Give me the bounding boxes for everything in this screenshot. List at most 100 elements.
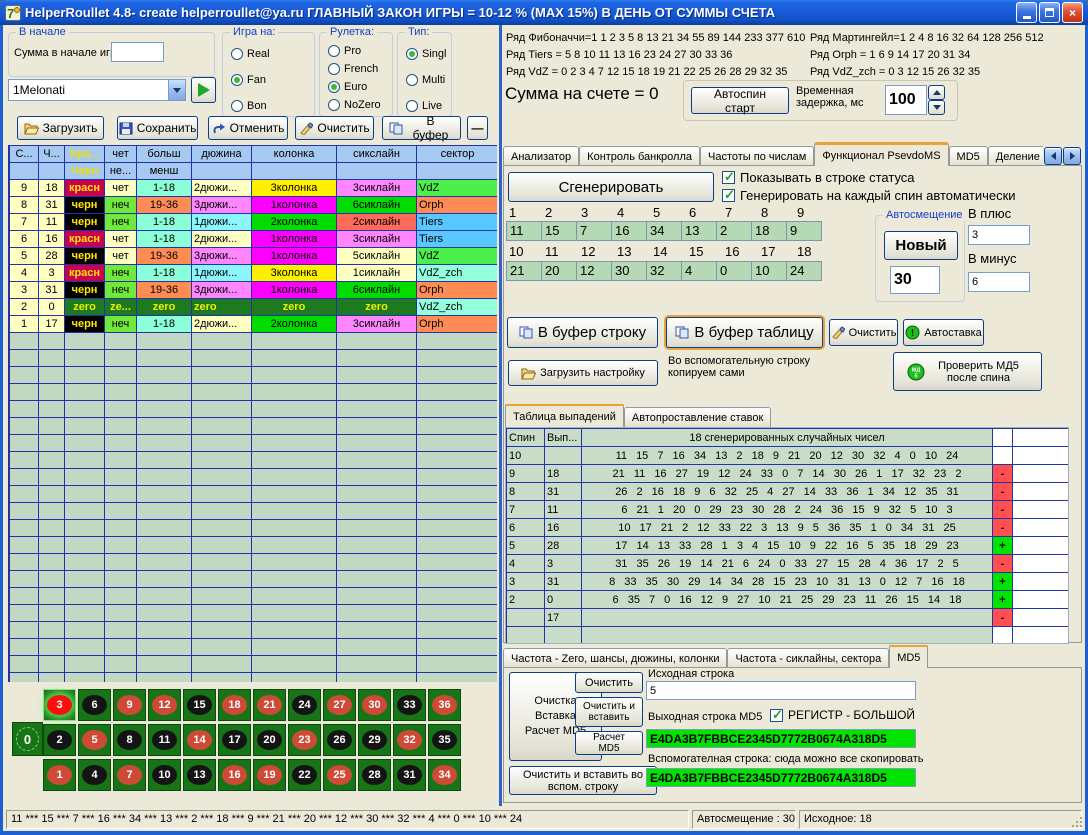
roulette-number-15[interactable]: 15: [183, 689, 216, 721]
toolbar-button-load[interactable]: Загрузить: [17, 116, 104, 140]
tab-md5[interactable]: MD5: [949, 146, 988, 166]
roulette-number-27[interactable]: 27: [323, 689, 356, 721]
radio-option-Real[interactable]: Real: [231, 47, 270, 61]
plus-input[interactable]: [968, 225, 1030, 245]
tab-частоты-по-числам[interactable]: Частоты по числам: [700, 146, 814, 166]
roulette-number-3[interactable]: 3: [43, 689, 76, 721]
roulette-number-29[interactable]: 29: [358, 724, 391, 756]
spinner-down-button[interactable]: [928, 100, 945, 115]
close-button[interactable]: ×: [1062, 2, 1083, 23]
tab-деление-ко[interactable]: Деление ко: [988, 146, 1043, 166]
radio-option-Live[interactable]: Live: [406, 99, 442, 113]
minimize-button[interactable]: [1016, 2, 1037, 23]
checkbox-show-status[interactable]: Показывать в строке статуса: [722, 170, 915, 185]
roulette-number-8[interactable]: 8: [113, 724, 146, 756]
load-settings-button[interactable]: Загрузить настройку: [508, 360, 658, 386]
spinner-up-button[interactable]: [928, 85, 945, 100]
radio-option-Bon[interactable]: Bon: [231, 99, 267, 113]
roulette-number-28[interactable]: 28: [358, 759, 391, 791]
roulette-number-13[interactable]: 13: [183, 759, 216, 791]
roulette-number-16[interactable]: 16: [218, 759, 251, 791]
radio-option-Multi[interactable]: Multi: [406, 73, 445, 87]
roulette-number-31[interactable]: 31: [393, 759, 426, 791]
check-md5-button[interactable]: МД5 Проверить МД5 после спина: [893, 352, 1042, 391]
md5-calc-button[interactable]: Расчет MD5: [575, 731, 643, 755]
play-button[interactable]: [191, 77, 216, 103]
radio-option-French[interactable]: French: [328, 62, 378, 76]
checkbox-uppercase[interactable]: РЕГИСТР - БОЛЬШОЙ: [770, 708, 915, 722]
roulette-number-10[interactable]: 10: [148, 759, 181, 791]
tab-контроль-банкролла[interactable]: Контроль банкролла: [579, 146, 700, 166]
toolbar-button-undo[interactable]: Отменить: [208, 116, 288, 140]
roulette-number-24[interactable]: 24: [288, 689, 321, 721]
chevron-down-icon[interactable]: [168, 80, 185, 100]
toolbar-button-save[interactable]: Сохранить: [117, 116, 198, 140]
history-cell: [10, 673, 39, 683]
roulette-number-35[interactable]: 35: [428, 724, 461, 756]
radio-option-Singl[interactable]: Singl: [406, 47, 446, 61]
freqtab-частота-zero-шансы-дюжины-колонки[interactable]: Частота - Zero, шансы, дюжины, колонки: [503, 648, 727, 668]
md5-helper-field[interactable]: E4DA3B7FBBCE2345D7772B0674A318D5: [646, 768, 916, 787]
copy-row-button[interactable]: В буфер строку: [507, 317, 658, 348]
source-string-input[interactable]: [646, 681, 916, 700]
roulette-number-33[interactable]: 33: [393, 689, 426, 721]
roulette-number-19[interactable]: 19: [253, 759, 286, 791]
subtab-автопроставление-ставок[interactable]: Автопроставление ставок: [624, 407, 771, 427]
roulette-number-36[interactable]: 36: [428, 689, 461, 721]
roulette-number-7[interactable]: 7: [113, 759, 146, 791]
preset-combobox[interactable]: 1Melonati: [8, 79, 186, 101]
roulette-number-23[interactable]: 23: [288, 724, 321, 756]
roulette-number-17[interactable]: 17: [218, 724, 251, 756]
roulette-number-18[interactable]: 18: [218, 689, 251, 721]
toolbar-button-copy[interactable]: В буфер: [382, 116, 461, 140]
roulette-number-2[interactable]: 2: [43, 724, 76, 756]
roulette-number-34[interactable]: 34: [428, 759, 461, 791]
start-sum-input[interactable]: [111, 42, 164, 62]
autobet-button[interactable]: ! Автоставка: [903, 319, 984, 346]
new-shift-button[interactable]: Новый: [884, 231, 958, 260]
autoshift-value[interactable]: 30: [890, 266, 940, 294]
roulette-number-14[interactable]: 14: [183, 724, 216, 756]
roulette-number-25[interactable]: 25: [323, 759, 356, 791]
roulette-number-32[interactable]: 32: [393, 724, 426, 756]
clear-generated-button[interactable]: Очистить: [829, 319, 898, 346]
roulette-zero-cell[interactable]: 0: [12, 722, 43, 756]
radio-option-Fan[interactable]: Fan: [231, 73, 266, 87]
minus-input[interactable]: [968, 272, 1030, 292]
roulette-number-12[interactable]: 12: [148, 689, 181, 721]
checkbox-auto-generate[interactable]: Генерировать на каждый спин автоматическ…: [722, 188, 1016, 203]
roulette-number-22[interactable]: 22: [288, 759, 321, 791]
roulette-number-5[interactable]: 5: [78, 724, 111, 756]
roulette-number-9[interactable]: 9: [113, 689, 146, 721]
toolbar-button-collapse[interactable]: —: [467, 116, 488, 140]
subtab-таблица-выпадений[interactable]: Таблица выпадений: [505, 404, 624, 427]
generate-button[interactable]: Сгенерировать: [508, 172, 714, 202]
radio-option-Pro[interactable]: Pro: [328, 44, 361, 58]
md5-clear-paste-helper-button[interactable]: Очистить и вставить во вспом. строку: [509, 766, 657, 795]
delay-value[interactable]: 100: [885, 85, 927, 115]
copy-table-button[interactable]: В буфер таблицу: [666, 317, 823, 348]
tab-функционал-psevdoms[interactable]: Функционал PsevdoMS: [814, 142, 948, 166]
autospin-start-button[interactable]: Автоспин старт: [691, 87, 789, 114]
roulette-number-6[interactable]: 6: [78, 689, 111, 721]
roulette-number-4[interactable]: 4: [78, 759, 111, 791]
tab-анализатор[interactable]: Анализатор: [503, 146, 579, 166]
radio-option-Euro[interactable]: Euro: [328, 80, 367, 94]
md5-clear-paste-button[interactable]: Очистить и вставить: [575, 697, 643, 727]
toolbar-button-clear[interactable]: Очистить: [295, 116, 374, 140]
title-bar[interactable]: 7 HelperRoullet 4.8- create helperroulle…: [0, 0, 1088, 25]
roulette-number-20[interactable]: 20: [253, 724, 286, 756]
md5-clear-button[interactable]: Очистить: [575, 672, 643, 693]
resize-grip[interactable]: [1071, 816, 1083, 828]
tab-scroll-left-button[interactable]: [1044, 147, 1062, 165]
maximize-button[interactable]: [1039, 2, 1060, 23]
roulette-number-26[interactable]: 26: [323, 724, 356, 756]
roulette-number-11[interactable]: 11: [148, 724, 181, 756]
roulette-number-1[interactable]: 1: [43, 759, 76, 791]
freqtab-частота-сиклайны-сектора[interactable]: Частота - сиклайны, сектора: [727, 648, 889, 668]
roulette-number-21[interactable]: 21: [253, 689, 286, 721]
tab-scroll-right-button[interactable]: [1063, 147, 1081, 165]
freqtab-md5[interactable]: MD5: [889, 645, 928, 668]
roulette-number-30[interactable]: 30: [358, 689, 391, 721]
radio-option-NoZero[interactable]: NoZero: [328, 98, 381, 112]
